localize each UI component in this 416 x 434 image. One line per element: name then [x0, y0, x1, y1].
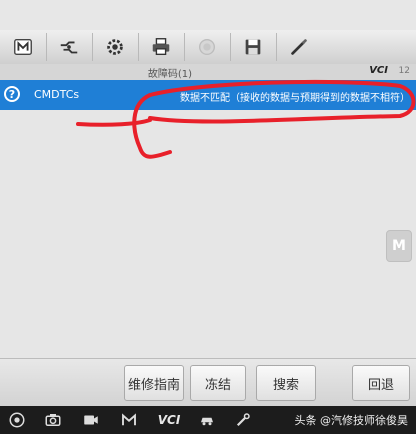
- print-button[interactable]: [138, 33, 185, 61]
- vehicle-swap-icon: [60, 41, 78, 54]
- back-button[interactable]: 回退: [352, 365, 410, 401]
- help-button[interactable]: [184, 33, 231, 61]
- home-button[interactable]: [0, 33, 47, 61]
- edit-button[interactable]: [276, 33, 322, 61]
- page-title: 故障码(1): [147, 69, 193, 80]
- search-button[interactable]: 搜索: [256, 365, 316, 401]
- browser-button[interactable]: [6, 411, 28, 429]
- settings-icon: [107, 39, 123, 55]
- chrome-icon: [9, 412, 25, 428]
- camera-icon: [45, 414, 61, 426]
- tools-button[interactable]: [232, 411, 254, 429]
- repair-guide-button[interactable]: 维修指南: [124, 365, 184, 401]
- vci-nav-button[interactable]: VCI: [154, 411, 184, 429]
- vci-status: VCI: [369, 65, 388, 76]
- app-screen: 故障码(1) VCI 12 ? CMDTCs 数据不匹配（接收的数据与预期得到的…: [0, 0, 416, 434]
- save-button[interactable]: [230, 33, 277, 61]
- edit-icon: [291, 39, 307, 55]
- help-circle-icon[interactable]: ?: [4, 86, 20, 102]
- save-icon: [245, 39, 261, 55]
- dtc-status: 数据不匹配（接收的数据与预期得到的数据不相符）: [180, 93, 410, 104]
- video-icon: [84, 415, 98, 425]
- top-toolbar: [0, 30, 416, 65]
- tools-icon: [236, 413, 250, 427]
- vehicle-button[interactable]: [196, 411, 218, 429]
- settings-button[interactable]: [92, 33, 139, 61]
- vehicle-swap-button[interactable]: [46, 33, 93, 61]
- home-icon: [14, 38, 32, 56]
- screen-record-button[interactable]: [80, 411, 102, 429]
- dtc-name: CMDTCs: [34, 88, 80, 101]
- freeze-button[interactable]: 冻结: [190, 365, 246, 401]
- title-bar: 故障码(1) VCI 12: [0, 64, 416, 81]
- watermark-text: 头条 @汽修技师徐俊昊: [294, 414, 409, 427]
- system-nav-bar: VCI 头条 @汽修技师徐俊昊: [0, 406, 416, 434]
- camera-button[interactable]: [42, 411, 64, 429]
- car-icon: [201, 417, 213, 426]
- battery-indicator: 12: [398, 66, 410, 76]
- dtc-list-area: [0, 110, 416, 358]
- bottom-button-bar: 维修指南 冻结 搜索 回退: [0, 358, 416, 407]
- print-icon: [152, 38, 170, 56]
- floating-menu-button[interactable]: M: [386, 230, 412, 262]
- dtc-row[interactable]: ? CMDTCs 数据不匹配（接收的数据与预期得到的数据不相符）: [0, 80, 416, 110]
- help-icon: [198, 38, 216, 56]
- maxisys-logo-icon: [122, 413, 136, 426]
- maxisys-home-button[interactable]: [118, 411, 140, 429]
